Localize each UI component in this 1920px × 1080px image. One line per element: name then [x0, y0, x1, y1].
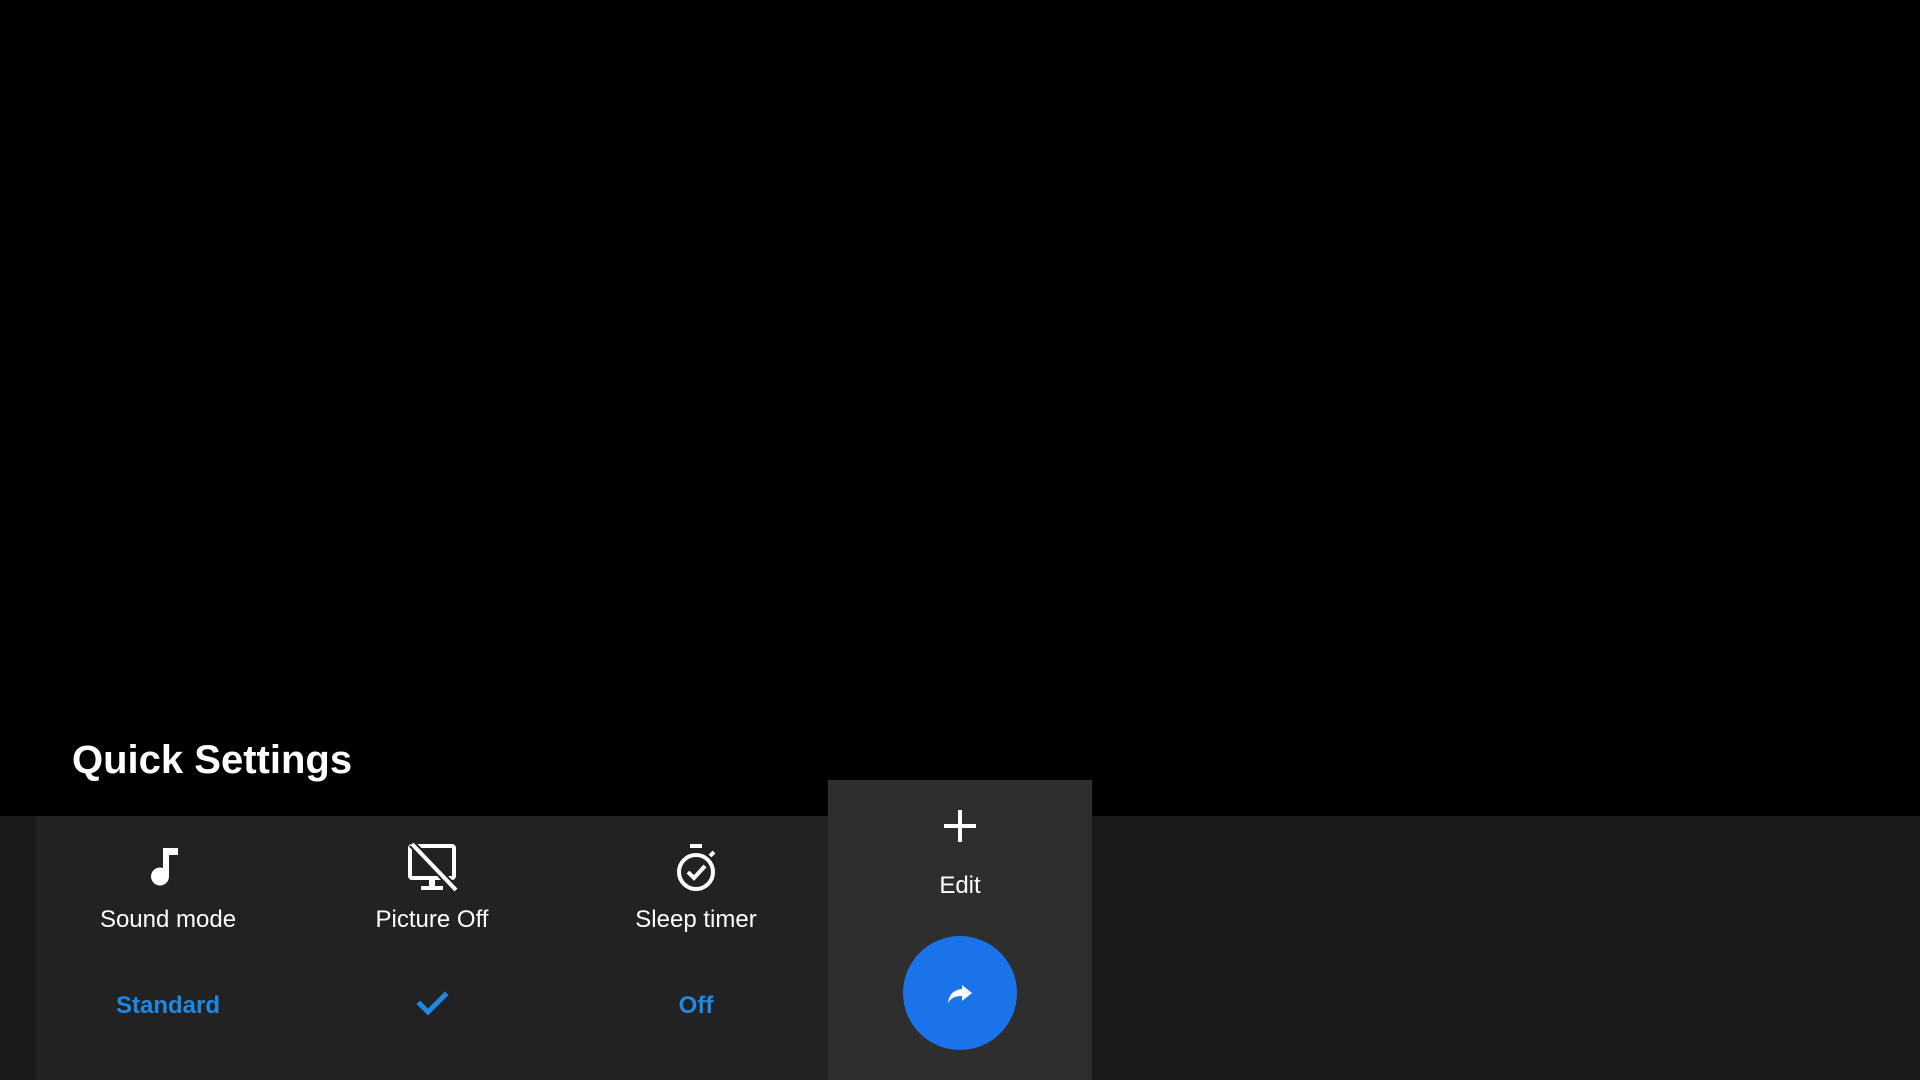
edit-label: Edit	[939, 872, 981, 899]
tv-screen: Quick Settings Sound mode Standard Pictu…	[0, 0, 1920, 1080]
sleep-timer-value: Off	[678, 992, 714, 1019]
picture-off-label: Picture Off	[375, 906, 489, 933]
share-arrow-icon	[948, 985, 972, 1003]
sound-mode-tile[interactable]: Sound mode Standard	[36, 816, 300, 1080]
edit-tile: Edit	[828, 780, 1092, 1080]
sleep-timer-tile[interactable]: Sleep timer Off	[564, 816, 828, 1080]
timer-icon	[664, 836, 728, 900]
monitor-off-icon	[400, 836, 464, 900]
share-button[interactable]	[903, 936, 1017, 1050]
picture-off-tile[interactable]: Picture Off	[300, 816, 564, 1080]
sound-mode-label: Sound mode	[99, 906, 237, 933]
music-note-icon	[136, 836, 200, 900]
sleep-timer-label: Sleep timer	[635, 906, 757, 933]
plus-icon[interactable]	[936, 802, 984, 850]
sound-mode-value: Standard	[115, 992, 220, 1019]
page-title: Quick Settings	[72, 738, 353, 782]
checkmark-icon	[412, 984, 452, 1024]
